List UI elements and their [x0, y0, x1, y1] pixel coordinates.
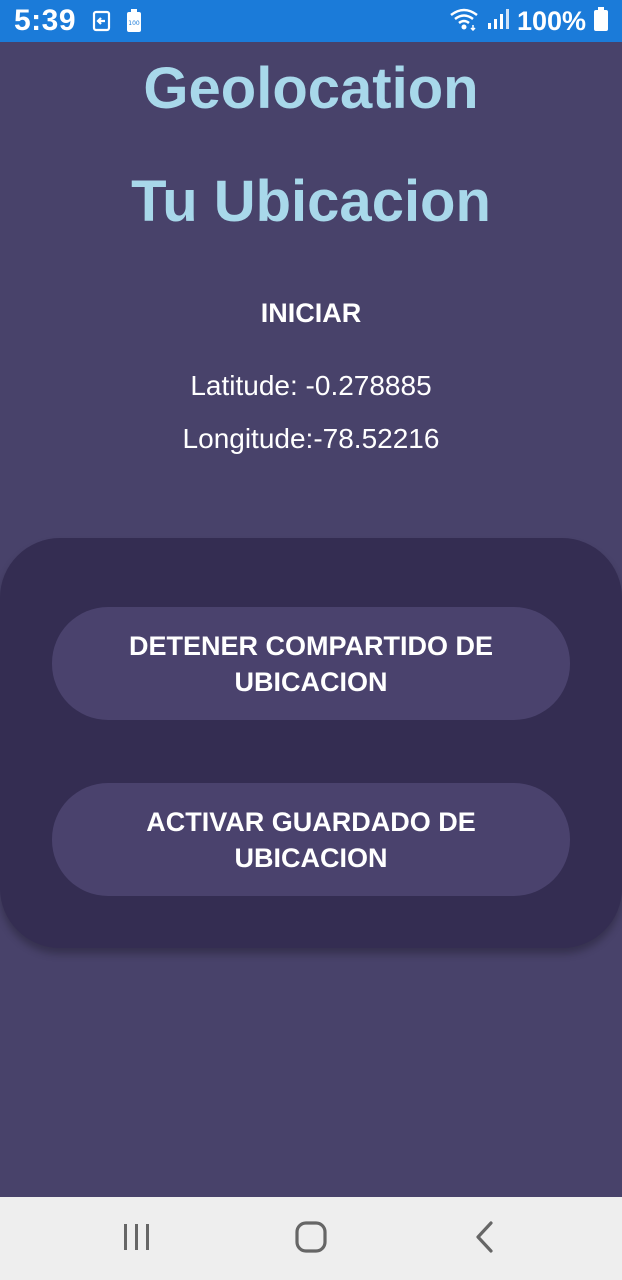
longitude-text: Longitude:-78.52216 [182, 423, 440, 454]
navigation-bar [0, 1197, 622, 1280]
app-title: Geolocation [143, 56, 479, 121]
battery-percent: 100% [516, 6, 586, 36]
stop-sharing-location-button[interactable]: DETENER COMPARTIDO DE UBICACION [52, 607, 570, 720]
start-button[interactable]: INICIAR [211, 288, 411, 338]
home-button[interactable] [281, 1214, 341, 1264]
back-icon [473, 1220, 497, 1259]
latitude-text: Latitude: -0.278885 [190, 370, 432, 401]
battery-icon [594, 6, 608, 36]
stop-sharing-location-label: DETENER COMPARTIDO DE UBICACION [128, 630, 493, 697]
signal-icon [487, 8, 509, 35]
home-icon [294, 1220, 328, 1259]
wifi-icon [449, 7, 479, 36]
status-notification-icons: 100 [92, 9, 142, 38]
battery-saver-icon: 100 [126, 9, 142, 38]
status-bar: 5:39 100 100% [0, 0, 622, 42]
activate-location-saving-button[interactable]: ACTIVAR GUARDADO DE UBICACION [52, 783, 570, 896]
status-time: 5:39 [14, 4, 77, 37]
screen-mirror-icon [92, 10, 112, 37]
recent-apps-icon [121, 1222, 153, 1257]
status-system-icons: 100% [449, 6, 608, 36]
back-button[interactable] [455, 1214, 515, 1264]
activate-location-saving-label: ACTIVAR GUARDADO DE UBICACION [146, 806, 476, 873]
app-subtitle: Tu Ubicacion [131, 169, 491, 234]
svg-text:100: 100 [128, 20, 140, 27]
recent-apps-button[interactable] [107, 1214, 167, 1264]
control-card: DETENER COMPARTIDO DE UBICACION ACTIVAR … [0, 538, 622, 948]
